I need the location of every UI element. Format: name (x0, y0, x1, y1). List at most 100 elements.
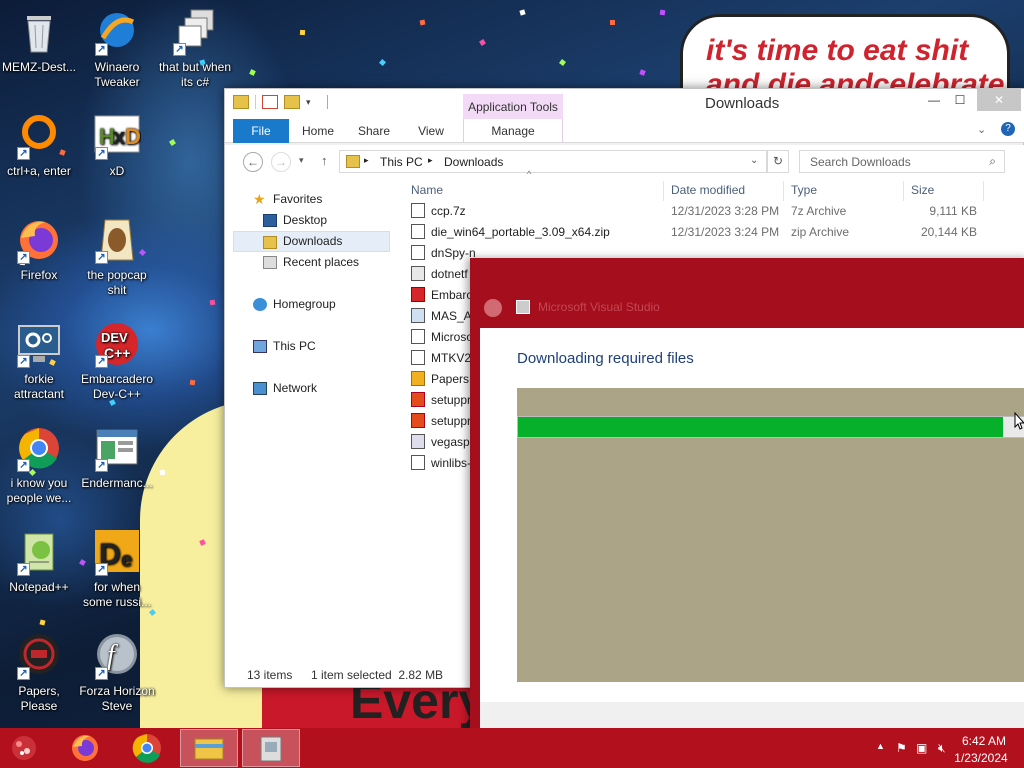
installer-file-icon (411, 266, 425, 281)
network-icon[interactable]: ▣ (916, 741, 927, 755)
installer-titlebar[interactable]: Microsoft Visual Studio (470, 258, 1024, 328)
address-dropdown-icon[interactable]: ⌄ (750, 155, 758, 166)
file-row[interactable]: die_win64_portable_3.09_x64.zip 12/31/202… (403, 221, 1003, 242)
chrome-taskbar[interactable] (118, 729, 176, 767)
desktop-icon-label: Forza Horizon Steve (79, 684, 155, 713)
desktop-icon-xd[interactable]: HxD ↗ xD (78, 112, 156, 179)
clock-date[interactable]: 1/23/2024 (944, 751, 1018, 765)
explorer-taskbar[interactable] (180, 729, 238, 767)
desktop-icon-label: forkie attractant (13, 372, 65, 401)
shortcut-arrow-icon: ↗ (95, 43, 108, 56)
shortcut-arrow-icon: ↗ (95, 147, 108, 160)
archive-file-icon (411, 203, 425, 218)
desktop-icon-forza[interactable]: f ↗ Forza Horizon Steve (78, 632, 156, 714)
firefox-icon (72, 735, 98, 761)
column-header-name[interactable]: Name (411, 183, 443, 197)
nav-downloads[interactable]: Downloads (233, 231, 390, 252)
desktop-icon-that-but-csharp[interactable]: ↗ that but when its c# (156, 8, 234, 90)
installer-file-icon (411, 434, 425, 449)
breadcrumb-this-pc[interactable]: This PC (380, 155, 423, 169)
up-button[interactable]: ↑ (321, 153, 328, 168)
tab-view[interactable]: View (405, 119, 457, 143)
file-row[interactable]: ccp.7z 12/31/2023 3:28 PM 7z Archive 9,111 … (403, 200, 1003, 221)
speech-line-2: and die andcelebrate (706, 68, 1005, 88)
minimize-button[interactable]: — (921, 89, 947, 111)
desktop-icon-die[interactable]: De ↗ for when some russi... (78, 528, 156, 610)
start-button[interactable] (0, 729, 52, 767)
ribbon-expand-icon[interactable]: ⌄ (977, 123, 986, 136)
search-input[interactable]: Search Downloads ⌕ (799, 150, 1005, 173)
help-icon[interactable]: ? (1001, 122, 1015, 136)
breadcrumb-downloads[interactable]: Downloads (444, 155, 503, 169)
desktop-icon-papers-please[interactable]: ↗ Papers, Please (0, 632, 78, 714)
address-box[interactable]: ▸ This PC ▸ Downloads ⌄ (339, 150, 767, 173)
desktop-icon-label: ctrl+a, enter (7, 164, 71, 178)
installer-taskbar[interactable] (242, 729, 300, 767)
shortcut-arrow-icon: ↗ (95, 667, 108, 680)
new-folder-icon[interactable] (284, 95, 300, 109)
wallpaper-confetti (209, 299, 216, 306)
selection-info: 1 item selected 2.82 MB (311, 668, 444, 682)
notepadpp-icon: ↗ (15, 528, 63, 576)
desktop-icon-firefox[interactable]: ↗ Firefox (0, 216, 78, 283)
tab-home[interactable]: Home (293, 119, 343, 143)
desktop-icon-forkie[interactable]: ↗ forkie attractant (0, 320, 78, 402)
nav-recent-places[interactable]: Recent places (225, 252, 395, 273)
explorer-titlebar[interactable]: ▾ Application Tools Downloads — ☐ ✕ (225, 89, 1024, 120)
close-button[interactable]: ✕ (977, 89, 1021, 111)
desktop-icon-devcpp[interactable]: DEV C++ ↗ Embarcadero Dev-C++ (78, 320, 156, 402)
desktop-icon-endermanch[interactable]: ↗ Endermanc... (78, 424, 156, 491)
desktop-icon-label: the popcap shit (87, 268, 147, 297)
maximize-button[interactable]: ☐ (947, 89, 973, 111)
tab-share[interactable]: Share (349, 119, 399, 143)
wallpaper-confetti (249, 69, 256, 76)
column-header-type[interactable]: Type (791, 183, 817, 197)
show-hidden-icons-icon[interactable]: ▲ (876, 741, 885, 751)
back-button[interactable]: ← (243, 152, 263, 172)
desktop-icon-popcap[interactable]: ↗ the popcap shit (78, 216, 156, 298)
action-center-flag-icon[interactable]: ⚑ (896, 741, 907, 755)
column-header-size[interactable]: Size (911, 183, 934, 197)
nav-network[interactable]: Network (225, 378, 395, 399)
installer-progress-panel (517, 388, 1024, 682)
desktop-icon-ctrl-a[interactable]: ↗ ctrl+a, enter (0, 112, 78, 179)
homegroup-icon (253, 298, 267, 311)
forward-button[interactable]: → (271, 152, 291, 172)
winaero-icon: ↗ (93, 8, 141, 56)
desktop-icon-chrome-shortcut[interactable]: ↗ i know you people we... (0, 424, 78, 506)
installer-dialog[interactable]: Microsoft Visual Studio Downloading requ… (470, 258, 1024, 744)
wallpaper-confetti (159, 469, 166, 476)
desktop-icon-notepadpp[interactable]: ↗ Notepad++ (0, 528, 78, 595)
tab-manage[interactable]: Manage (463, 119, 563, 143)
nav-favorites[interactable]: ★ Favorites (225, 189, 395, 210)
qat-divider (326, 95, 328, 109)
qat-dropdown-icon[interactable]: ▾ (306, 97, 311, 108)
search-icon: ⌕ (989, 154, 996, 168)
close-button[interactable] (484, 299, 502, 317)
desktop-icon-label: Notepad++ (9, 580, 69, 594)
nav-desktop[interactable]: Desktop (225, 210, 395, 231)
wallpaper-confetti (169, 139, 176, 146)
office-setup-icon (411, 392, 425, 407)
refresh-button[interactable]: ↻ (767, 150, 789, 173)
svg-text:DEV: DEV (101, 330, 128, 345)
desktop-icon-memz[interactable]: MEMZ-Dest... (0, 8, 78, 75)
desktop-icon-winaero[interactable]: ↗ Winaero Tweaker (78, 8, 156, 90)
archive-file-icon (411, 329, 425, 344)
window-app-icon: ↗ (93, 424, 141, 472)
wallpaper-confetti (659, 9, 666, 16)
clock-time[interactable]: 6:42 AM (954, 734, 1014, 748)
firefox-taskbar[interactable] (56, 729, 114, 767)
properties-icon[interactable] (262, 95, 278, 109)
start-orb-icon (12, 736, 36, 760)
column-header-date[interactable]: Date modified (671, 183, 745, 197)
chevron-right-icon: ▸ (364, 155, 369, 165)
nav-this-pc[interactable]: This PC (225, 336, 395, 357)
recent-locations-icon[interactable]: ▾ (299, 155, 304, 166)
taskbar: ▲ ⚑ ▣ 🔇︎ 6:42 AM 1/23/2024 (0, 728, 1024, 768)
folder-icon[interactable] (233, 95, 249, 109)
tab-file[interactable]: File (233, 119, 289, 143)
nav-homegroup[interactable]: Homegroup (225, 294, 395, 315)
installer-title: Microsoft Visual Studio (538, 300, 660, 314)
column-divider (983, 181, 984, 201)
